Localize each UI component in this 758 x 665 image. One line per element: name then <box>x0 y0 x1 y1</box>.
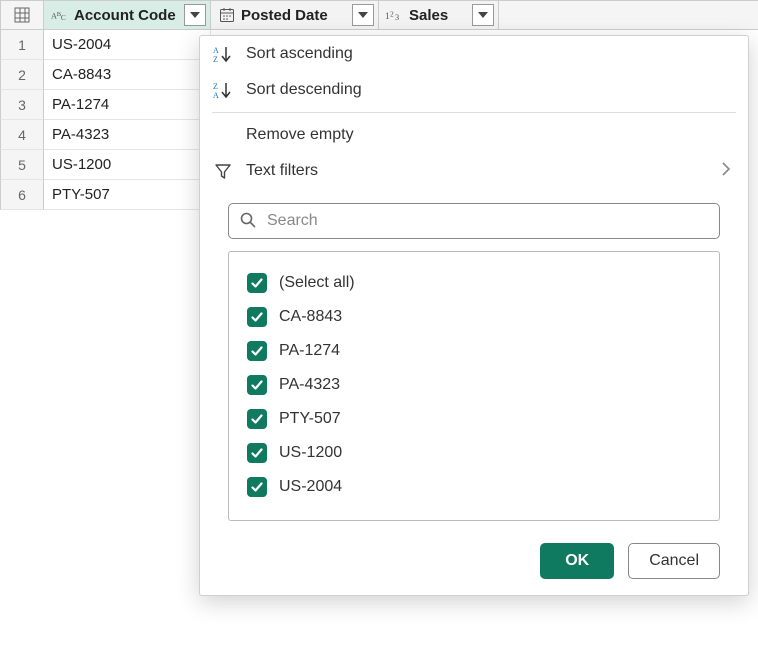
filter-value-item[interactable]: PA-1274 <box>247 334 701 368</box>
checkbox-checked[interactable] <box>247 443 267 463</box>
checkbox-checked[interactable] <box>247 341 267 361</box>
filter-value-label: PA-1274 <box>279 342 340 360</box>
row-number-cell[interactable]: 6 <box>0 180 44 210</box>
row-header-corner[interactable] <box>0 1 44 29</box>
column-filter-button[interactable] <box>184 4 206 26</box>
menu-text-filters[interactable]: Text filters <box>200 153 748 189</box>
column-header-row: ABC Account Code Posted Date 123 Sales <box>0 0 758 30</box>
menu-separator <box>212 112 736 113</box>
filter-value-item[interactable]: (Select all) <box>247 266 701 300</box>
chevron-down-icon <box>358 12 368 18</box>
filter-value-item[interactable]: PTY-507 <box>247 402 701 436</box>
menu-label: Text filters <box>246 162 318 180</box>
cancel-button[interactable]: Cancel <box>628 543 720 579</box>
filter-value-item[interactable]: US-1200 <box>247 436 701 470</box>
table-icon <box>14 7 30 23</box>
search-icon <box>239 211 257 232</box>
number-type-icon: 123 <box>385 7 405 23</box>
column-header-account-code[interactable]: ABC Account Code <box>44 1 211 29</box>
filter-icon <box>212 162 234 180</box>
cell-account-code[interactable]: PA-1274 <box>44 90 211 120</box>
cell-account-code[interactable]: US-2004 <box>44 30 211 60</box>
svg-text:Z: Z <box>213 55 218 63</box>
column-label: Posted Date <box>241 7 332 24</box>
column-filter-button[interactable] <box>352 4 374 26</box>
chevron-right-icon <box>722 162 730 181</box>
filter-value-item[interactable]: US-2004 <box>247 470 701 504</box>
menu-label: Sort descending <box>246 81 362 99</box>
row-number-cell[interactable]: 4 <box>0 120 44 150</box>
filter-value-label: (Select all) <box>279 274 355 292</box>
ok-button[interactable]: OK <box>540 543 614 579</box>
chevron-down-icon <box>190 12 200 18</box>
row-number-cell[interactable]: 3 <box>0 90 44 120</box>
checkbox-checked[interactable] <box>247 477 267 497</box>
column-label: Sales <box>409 7 452 24</box>
menu-label: Sort ascending <box>246 45 353 63</box>
filter-value-item[interactable]: PA-4323 <box>247 368 701 402</box>
row-number-cell[interactable]: 5 <box>0 150 44 180</box>
checkbox-checked[interactable] <box>247 375 267 395</box>
search-box[interactable] <box>228 203 720 239</box>
filter-dropdown-panel: AZ Sort ascending ZA Sort descending Rem… <box>199 35 749 596</box>
cell-account-code[interactable]: US-1200 <box>44 150 211 180</box>
svg-text:2: 2 <box>390 10 394 19</box>
svg-text:A: A <box>213 91 219 99</box>
menu-remove-empty[interactable]: Remove empty <box>200 117 748 153</box>
row-number-cell[interactable]: 1 <box>0 30 44 60</box>
checkbox-checked[interactable] <box>247 409 267 429</box>
svg-text:3: 3 <box>395 13 399 22</box>
filter-values-list: (Select all) CA-8843 PA-1274 PA-4323 PTY-507… <box>228 251 720 521</box>
cell-account-code[interactable]: PA-4323 <box>44 120 211 150</box>
button-label: OK <box>565 552 589 570</box>
checkbox-checked[interactable] <box>247 273 267 293</box>
search-input[interactable] <box>265 211 709 231</box>
checkbox-checked[interactable] <box>247 307 267 327</box>
cell-account-code[interactable]: PTY-507 <box>44 180 211 210</box>
date-type-icon <box>217 7 237 23</box>
button-label: Cancel <box>649 552 699 570</box>
filter-value-label: US-1200 <box>279 444 342 462</box>
column-header-posted-date[interactable]: Posted Date <box>211 1 379 29</box>
cell-account-code[interactable]: CA-8843 <box>44 60 211 90</box>
sort-desc-icon: ZA <box>212 81 234 99</box>
svg-text:Z: Z <box>213 82 218 91</box>
filter-value-label: PTY-507 <box>279 410 341 428</box>
filter-value-label: US-2004 <box>279 478 342 496</box>
menu-label: Remove empty <box>246 126 354 144</box>
menu-sort-ascending[interactable]: AZ Sort ascending <box>200 36 748 72</box>
filter-value-label: CA-8843 <box>279 308 342 326</box>
filter-value-item[interactable]: CA-8843 <box>247 300 701 334</box>
column-header-sales[interactable]: 123 Sales <box>379 1 499 29</box>
column-filter-button[interactable] <box>472 4 494 26</box>
svg-text:C: C <box>61 13 66 22</box>
text-type-icon: ABC <box>50 7 70 23</box>
filter-value-label: PA-4323 <box>279 376 340 394</box>
sort-asc-icon: AZ <box>212 45 234 63</box>
svg-text:A: A <box>213 46 219 55</box>
row-number-cell[interactable]: 2 <box>0 60 44 90</box>
column-label: Account Code <box>74 7 180 24</box>
chevron-down-icon <box>478 12 488 18</box>
menu-sort-descending[interactable]: ZA Sort descending <box>200 72 748 108</box>
